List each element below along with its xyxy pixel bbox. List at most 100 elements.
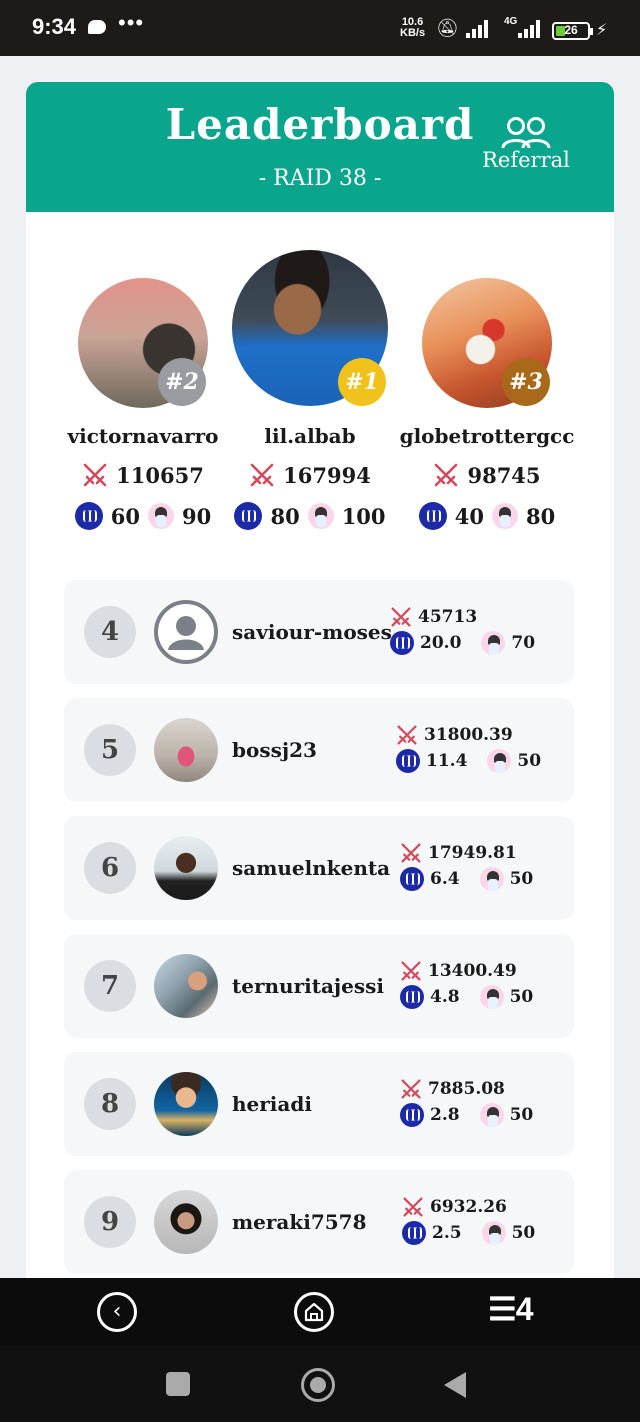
- list-item[interactable]: 4 saviour-moses 45713 20.0 70: [64, 580, 574, 684]
- network-type: 4G: [504, 16, 518, 27]
- username[interactable]: samuelnkenta: [232, 816, 392, 920]
- rank-number: 5: [84, 724, 136, 776]
- steem-reward: 80: [270, 503, 300, 529]
- swords-icon: [250, 463, 274, 487]
- status-time: 9:34: [32, 14, 77, 39]
- charging-icon: ⚡︎: [596, 20, 608, 39]
- points-reward: 50: [509, 869, 534, 889]
- score: 98745: [467, 462, 541, 488]
- avatar[interactable]: [154, 718, 218, 782]
- points-icon: [481, 631, 506, 655]
- default-user-icon: [168, 616, 204, 650]
- list-item[interactable]: 8 heriadi 7885.08 2.8 50: [64, 1052, 574, 1156]
- steem-icon: [396, 749, 420, 773]
- mute-icon: 🔕︎: [436, 18, 459, 39]
- steem-reward: 6.4: [430, 869, 460, 889]
- username[interactable]: heriadi: [232, 1052, 392, 1156]
- points-reward: 100: [341, 503, 386, 529]
- points-icon: [479, 985, 504, 1009]
- list-item[interactable]: 9 meraki7578 6932.26 2.5 50: [64, 1170, 574, 1274]
- list-item[interactable]: 7 ternuritajessi 13400.49 4.8 50: [64, 934, 574, 1038]
- steem-reward: 2.8: [430, 1105, 460, 1125]
- row-stats: 31800.39 11.4 50: [396, 722, 546, 774]
- leaderboard-card: Leaderboard - RAID 38 - Referral #2 vict…: [26, 82, 614, 1322]
- back-button[interactable]: ‹: [97, 1292, 137, 1332]
- avatar[interactable]: [154, 954, 218, 1018]
- avatar[interactable]: [154, 1190, 218, 1254]
- score: 167994: [283, 462, 371, 488]
- steem-icon: [400, 1103, 424, 1127]
- swords-icon: [435, 463, 458, 487]
- rank-number: 9: [84, 1196, 136, 1248]
- brand-menu-icon: ☰: [488, 1291, 517, 1327]
- username[interactable]: lil.albab: [202, 424, 418, 448]
- swords-icon: [403, 1197, 423, 1217]
- username[interactable]: ternuritajessi: [232, 934, 402, 1038]
- username[interactable]: saviour-moses: [232, 580, 392, 684]
- points-icon: [492, 503, 518, 529]
- steem-icon: [400, 867, 424, 891]
- podium-entry-2[interactable]: #2 victornavarro 110657 60 90: [67, 250, 219, 540]
- users-icon: [501, 117, 551, 149]
- brand-number: 4: [515, 1291, 534, 1327]
- points-reward: 80: [526, 503, 556, 529]
- rank-badge: #3: [502, 358, 550, 406]
- score: 17949.81: [428, 843, 517, 863]
- system-back-button[interactable]: [444, 1372, 466, 1398]
- username[interactable]: globetrottergcc: [392, 424, 582, 448]
- avatar[interactable]: [154, 600, 218, 664]
- system-home-button[interactable]: [301, 1368, 335, 1402]
- steem-icon: [390, 631, 414, 655]
- steem-icon: [74, 502, 103, 530]
- points-reward: 70: [511, 633, 536, 653]
- points-reward: 50: [517, 751, 542, 771]
- steem-reward: 20.0: [420, 633, 462, 653]
- chat-notification-icon: [88, 20, 106, 34]
- chevron-left-icon: ‹: [112, 1299, 122, 1324]
- rank-number: 7: [84, 960, 136, 1012]
- home-button[interactable]: [294, 1292, 334, 1332]
- referral-label: Referral: [482, 148, 570, 172]
- points-icon: [148, 503, 174, 529]
- recent-apps-button[interactable]: [166, 1372, 190, 1396]
- score: 31800.39: [424, 725, 513, 745]
- swords-icon: [397, 725, 417, 745]
- steem-reward: 60: [110, 503, 140, 529]
- score: 110657: [116, 462, 204, 488]
- row-stats: 17949.81 6.4 50: [400, 840, 550, 892]
- podium-entry-1[interactable]: #1 lil.albab 167994 80 100: [232, 250, 388, 540]
- list-item[interactable]: 6 samuelnkenta 17949.81 6.4 50: [64, 816, 574, 920]
- score: 13400.49: [428, 961, 517, 981]
- swords-icon: [83, 463, 107, 487]
- score: 45713: [418, 607, 478, 627]
- steem-reward: 2.5: [432, 1223, 462, 1243]
- avatar[interactable]: [154, 1072, 218, 1136]
- rank-badge: #1: [338, 358, 386, 406]
- username[interactable]: meraki7578: [232, 1170, 392, 1274]
- username[interactable]: bossj23: [232, 698, 392, 802]
- brand-logo-button[interactable]: ☰4: [488, 1290, 534, 1328]
- list-item[interactable]: 5 bossj23 31800.39 11.4 50: [64, 698, 574, 802]
- podium-entry-3[interactable]: #3 globetrottergcc 98745 40 80: [400, 250, 574, 540]
- steem-reward: 11.4: [426, 751, 468, 771]
- points-reward: 50: [509, 1105, 534, 1125]
- steem-reward: 40: [454, 503, 484, 529]
- app-bottom-nav: ‹ ☰4: [0, 1278, 640, 1346]
- swords-icon: [401, 961, 421, 981]
- points-icon: [481, 1221, 506, 1245]
- swords-icon: [401, 843, 421, 863]
- swords-icon: [391, 607, 411, 627]
- signal-icon-2: [518, 18, 544, 38]
- row-stats: 7885.08 2.8 50: [400, 1076, 550, 1128]
- steem-icon: [234, 502, 263, 530]
- referral-button[interactable]: Referral: [480, 116, 572, 172]
- points-reward: 50: [511, 1223, 536, 1243]
- row-stats: 45713 20.0 70: [390, 604, 540, 656]
- more-notifications-icon: •••: [118, 10, 145, 35]
- system-nav-bar: [0, 1346, 640, 1422]
- steem-reward: 4.8: [430, 987, 460, 1007]
- score: 6932.26: [430, 1197, 507, 1217]
- points-icon: [307, 503, 334, 529]
- rank-badge: #2: [158, 358, 206, 406]
- avatar[interactable]: [154, 836, 218, 900]
